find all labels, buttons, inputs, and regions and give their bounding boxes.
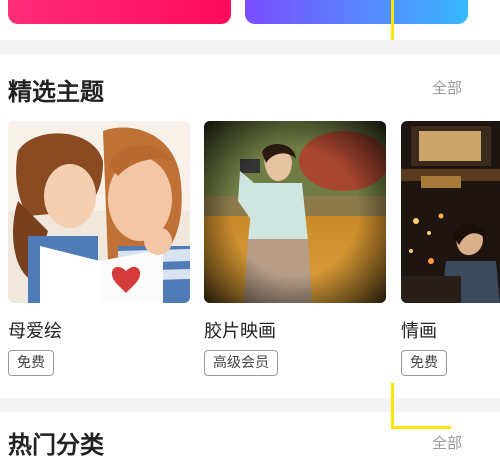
section-divider-top — [0, 40, 500, 54]
banner-right[interactable] — [245, 0, 468, 24]
marker-line-top — [391, 0, 394, 42]
night-street-photo — [401, 121, 500, 303]
marker-line-bottom — [391, 383, 394, 428]
hot-section-title: 热门分类 — [8, 431, 104, 459]
banner-left[interactable] — [8, 0, 231, 24]
marker-line-bottom-horizontal — [391, 426, 451, 429]
card-badge: 高级会员 — [204, 350, 278, 376]
film-photographer-photo — [204, 121, 386, 303]
card-title: 胶片映画 — [204, 321, 276, 342]
card-title: 母爱绘 — [8, 321, 62, 342]
featured-section-title: 精选主题 — [8, 78, 104, 106]
hot-more-link[interactable]: 全部 — [432, 432, 462, 453]
card-badge: 免费 — [401, 350, 447, 376]
card-badge: 免费 — [8, 350, 54, 376]
mother-daughter-photo — [8, 121, 190, 303]
card-title: 情画 — [401, 321, 437, 342]
featured-more-link[interactable]: 全部 — [432, 77, 462, 98]
section-divider-bottom — [0, 398, 500, 412]
